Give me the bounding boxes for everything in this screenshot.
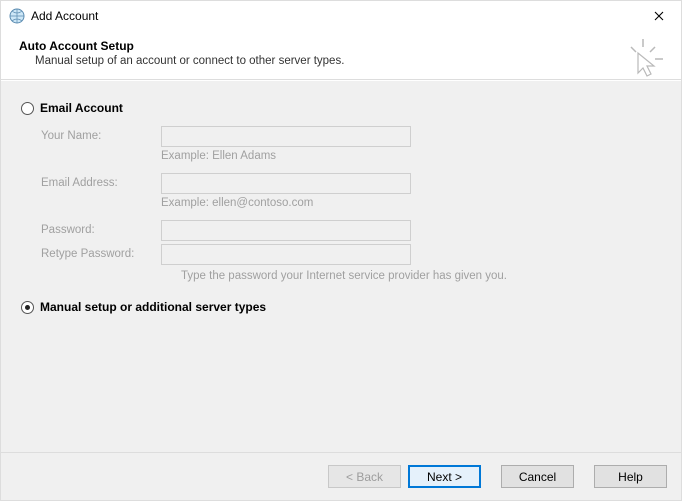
email-field [161, 173, 411, 194]
email-label: Email Address: [41, 177, 161, 189]
page-title: Auto Account Setup [19, 39, 663, 53]
cursor-click-icon [623, 39, 663, 79]
close-button[interactable] [636, 1, 681, 31]
radio-manual-setup[interactable]: Manual setup or additional server types [21, 300, 667, 314]
password-label: Password: [41, 224, 161, 236]
your-name-label: Your Name: [41, 130, 161, 142]
radio-icon [21, 301, 34, 314]
email-hint: Example: ellen@contoso.com [161, 196, 313, 209]
app-globe-icon [9, 8, 25, 24]
wizard-footer: < Back Next > Cancel Help [1, 452, 681, 500]
radio-email-account[interactable]: Email Account [21, 101, 667, 115]
add-account-dialog: Add Account Auto Account Setup Manual se… [0, 0, 682, 501]
your-name-hint: Example: Ellen Adams [161, 149, 276, 162]
wizard-header: Auto Account Setup Manual setup of an ac… [1, 31, 681, 80]
password-hint: Type the password your Internet service … [181, 267, 667, 282]
back-button: < Back [328, 465, 401, 488]
retype-password-label: Retype Password: [41, 248, 161, 260]
help-button[interactable]: Help [594, 465, 667, 488]
radio-email-account-label: Email Account [40, 101, 123, 115]
wizard-content: Email Account Your Name: Example: Ellen … [1, 80, 681, 452]
radio-icon [21, 102, 34, 115]
cancel-button[interactable]: Cancel [501, 465, 574, 488]
next-button[interactable]: Next > [408, 465, 481, 488]
email-account-form: Your Name: Example: Ellen Adams Email Ad… [41, 125, 667, 282]
retype-password-field [161, 244, 411, 265]
password-field [161, 220, 411, 241]
your-name-field [161, 126, 411, 147]
radio-manual-setup-label: Manual setup or additional server types [40, 300, 266, 314]
page-subtitle: Manual setup of an account or connect to… [35, 55, 663, 67]
window-title: Add Account [31, 9, 636, 23]
titlebar: Add Account [1, 1, 681, 31]
